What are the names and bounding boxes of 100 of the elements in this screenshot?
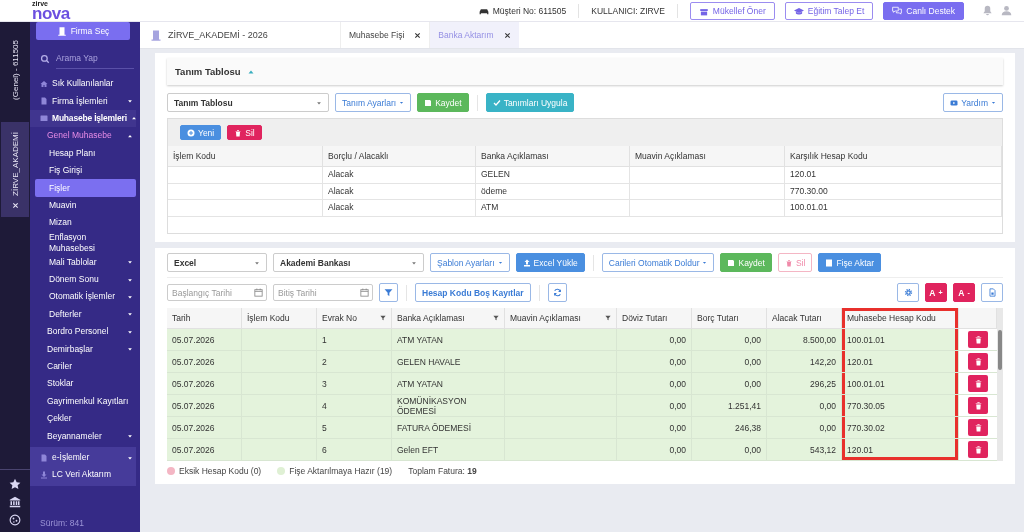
search-field[interactable]: Arama Yap <box>56 48 134 69</box>
delete-row-button[interactable] <box>968 419 988 436</box>
sidebar-item[interactable]: Defterler <box>35 305 136 324</box>
sidebar-item[interactable]: LC Veri Aktarım <box>30 466 136 484</box>
date-field[interactable]: Bitiş Tarihi <box>273 284 373 301</box>
sidebar-item[interactable]: Genel Muhasebe <box>30 127 136 145</box>
search-icon <box>40 53 50 64</box>
sidebar-item[interactable]: Hesap Planı <box>35 144 136 162</box>
column-header: İşlem Kodu <box>168 146 323 167</box>
refresh-icon <box>552 288 562 297</box>
table-cell: Alacak <box>323 200 476 217</box>
calendar-icon <box>254 288 263 297</box>
sidebar-item[interactable]: e-İşlemler <box>30 448 136 467</box>
delete-row-button[interactable] <box>968 397 988 414</box>
check-icon <box>492 98 501 107</box>
table-cell: 0,00 <box>692 439 767 461</box>
table-cell: 05.07.2026 <box>167 373 242 395</box>
window-icon <box>40 114 48 123</box>
column-header: Banka Açıklaması <box>476 146 630 167</box>
sidebar-item[interactable]: Fişler <box>35 179 136 197</box>
column-header: Banka Açıklaması <box>392 308 505 329</box>
filter-icon <box>605 315 611 321</box>
sidebar-item[interactable]: Mali Tablolar <box>35 253 136 271</box>
table-cell: 8.500,00 <box>767 329 842 351</box>
caret-icon <box>254 259 260 266</box>
sidebar-item[interactable]: Bordro Personel <box>30 323 136 341</box>
sidebar-item[interactable]: Cariler <box>30 357 136 376</box>
delete-row-button[interactable] <box>968 375 988 392</box>
sidebar-item[interactable]: Sık Kullanılanlar <box>30 75 136 93</box>
sidebar-item[interactable]: Enflasyon Muhasebesi <box>35 231 136 254</box>
user-label: KULLANICI: ZIRVE <box>591 5 665 16</box>
trash-icon <box>973 401 983 410</box>
delete-row-button[interactable] <box>968 353 988 370</box>
doc-icon <box>40 97 48 106</box>
table-cell: 0,00 <box>617 417 692 439</box>
dropdown[interactable]: Excel <box>167 253 267 272</box>
settings-dropdown-button[interactable]: Tanım Ayarları <box>335 93 412 112</box>
close-icon <box>414 31 422 39</box>
autofill-dropdown-button[interactable]: Carileri Otomatik Doldur <box>601 253 715 272</box>
date-field[interactable]: Başlangıç Tarihi <box>167 284 267 301</box>
settings-button[interactable] <box>897 283 919 302</box>
help-button[interactable]: Yardım <box>943 93 1003 112</box>
company-tab[interactable]: ZİRVE_AKADEMİ <box>1 121 29 217</box>
filter-icon <box>380 315 386 321</box>
panel-header[interactable]: Tanım Tablosu <box>167 58 1003 85</box>
header-button[interactable]: Mükellef Öner <box>689 1 775 20</box>
table-cell: 4 <box>317 395 392 417</box>
chat-icon <box>892 5 903 16</box>
template-dropdown-button[interactable]: Şablon Ayarları <box>430 253 510 272</box>
header-button[interactable]: Canlı Destek <box>883 1 964 20</box>
caret-icon <box>127 433 133 440</box>
total-label: Toplam Fatura: 19 <box>408 466 477 476</box>
table-cell: 5 <box>317 417 392 439</box>
table-cell: 100.01.01 <box>785 200 1002 217</box>
sidebar-item[interactable]: Gayrimenkul Kayıtları <box>30 392 136 411</box>
caret-icon <box>127 259 133 266</box>
sidebar-item[interactable]: Demirbaşlar <box>30 340 136 358</box>
dropdown[interactable]: Akademi Bankası <box>273 253 424 272</box>
list-icon <box>825 258 834 267</box>
sidebar-item[interactable]: Mizan <box>35 214 136 232</box>
sidebar-item[interactable]: Muavin <box>35 196 136 215</box>
sidebar-item[interactable]: Dönem Sonu <box>35 270 136 289</box>
delete-row-button[interactable] <box>968 331 988 348</box>
delete-row-button[interactable] <box>968 441 988 458</box>
table-cell: 0,00 <box>617 329 692 351</box>
export-button[interactable] <box>981 283 1003 302</box>
table-cell: ATM <box>476 200 630 217</box>
caret-icon <box>991 100 996 105</box>
column-header: Muavin Açıklaması <box>505 308 617 329</box>
firm-select-button[interactable]: Firma Seç <box>36 22 130 40</box>
table-cell: 05.07.2026 <box>167 439 242 461</box>
filter-button[interactable] <box>379 283 398 302</box>
empty-code-filter-button[interactable]: Hesap Kodu Boş Kayıtlar <box>415 283 531 302</box>
table-cell: 0,00 <box>767 395 842 417</box>
column-header: Muhasebe Hesap Kodu <box>842 308 959 329</box>
sidebar-item[interactable]: Muhasebe İşlemleri <box>30 109 136 128</box>
settings-icon <box>903 288 913 297</box>
scrollbar[interactable] <box>997 308 1003 461</box>
caret-icon <box>127 132 133 139</box>
column-header: Alacak Tutarı <box>767 308 842 329</box>
table-cell: 120.01 <box>842 351 959 373</box>
table-select[interactable]: Tanım Tablosu <box>167 93 329 112</box>
filter-icon <box>384 288 393 297</box>
sidebar-item[interactable]: Stoklar <box>30 375 136 393</box>
table-cell: 05.07.2026 <box>167 417 242 439</box>
table-cell: 142,20 <box>767 351 842 373</box>
refresh-button[interactable] <box>547 283 567 302</box>
table-cell: 0,00 <box>617 395 692 417</box>
table-cell: 1.251,41 <box>692 395 767 417</box>
sidebar-item[interactable]: Otomatik İşlemler <box>35 288 136 306</box>
table-cell: 296,25 <box>767 373 842 395</box>
header-button[interactable]: Eğitim Talep Et <box>784 1 874 20</box>
delete-button[interactable]: Sil <box>227 125 262 140</box>
sidebar-item[interactable]: Beyannameler <box>30 427 136 445</box>
sidebar-item[interactable]: Fiş Girişi <box>35 161 136 180</box>
star-icon <box>9 478 21 490</box>
table-cell: 2 <box>317 351 392 373</box>
sidebar-item[interactable]: Çekler <box>30 410 136 428</box>
legend-label: Eksik Hesap Kodu (0) <box>179 466 262 476</box>
sidebar-item[interactable]: Firma İşlemleri <box>30 92 136 110</box>
